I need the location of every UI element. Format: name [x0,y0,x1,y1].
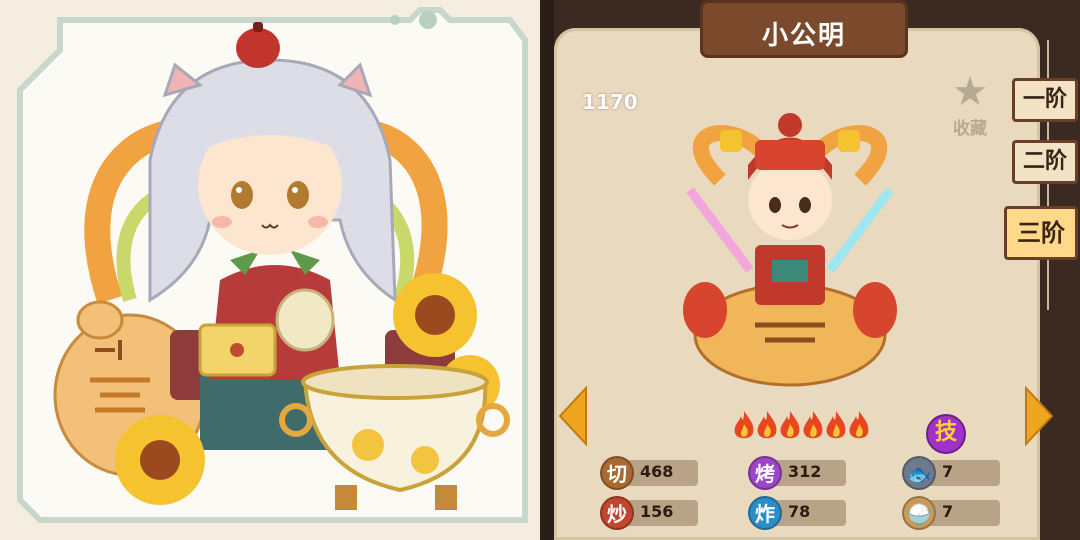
character-illustration [17,7,528,523]
roast-icon: 烤 [748,456,782,490]
stat-fry: 炸 78 [748,496,848,530]
stat-fish: 🐟 7 [902,456,1002,490]
favorite-button[interactable]: ★ 收藏 [940,70,1000,140]
stat-value: 7 [942,502,954,521]
flame-icon [826,411,846,439]
star-icon: ★ [952,69,988,115]
fish-icon: 🐟 [902,456,936,490]
character-name: 小公明 [761,21,846,51]
character-sprite [683,113,897,387]
stat-value: 7 [942,462,954,481]
cut-icon: 切 [600,456,634,490]
rarity-flames [732,410,872,446]
stat-rice: 🍚 7 [902,496,1002,530]
panel-divider [540,0,554,540]
stat-value: 312 [788,462,822,481]
stat-value: 156 [640,502,674,521]
flame-icon [803,411,823,439]
flame-icon [849,411,869,439]
character-score: 1170 [582,90,638,114]
prev-character-arrow-icon[interactable] [556,386,590,446]
stat-value: 468 [640,462,674,481]
character-art-panel [0,0,540,540]
stat-value: 78 [788,502,811,521]
character-detail-panel: 小公明 1170 ★ 收藏 技 切 468 烤 312 🐟 7 炒 156 炸 … [540,0,1080,540]
tier-3-button[interactable]: 三阶 [1004,206,1078,260]
title-plank: 小公明 [700,0,908,58]
rice-bowl-icon: 🍚 [902,496,936,530]
skill-button[interactable]: 技 [926,414,966,454]
flame-icon [780,411,800,439]
flame-icon [734,411,754,439]
favorite-label: 收藏 [953,119,987,139]
next-character-arrow-icon[interactable] [1022,386,1056,446]
stat-cut: 切 468 [600,456,700,490]
stat-roast: 烤 312 [748,456,848,490]
tier-1-button[interactable]: 一阶 [1012,78,1078,122]
stir-fry-icon: 炒 [600,496,634,530]
stat-stirfry: 炒 156 [600,496,700,530]
tier-2-button[interactable]: 二阶 [1012,140,1078,184]
fry-icon: 炸 [748,496,782,530]
flame-icon [757,411,777,439]
